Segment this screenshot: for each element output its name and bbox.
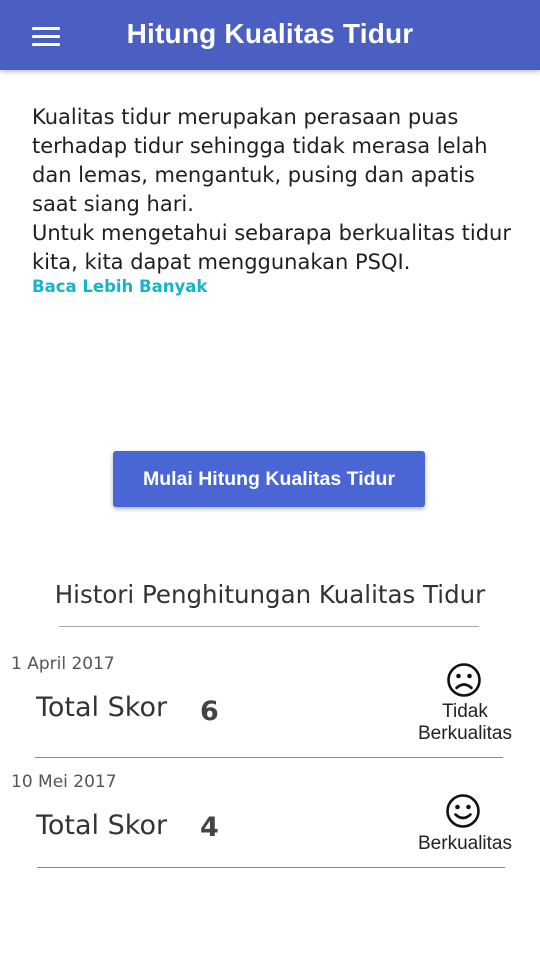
start-calculation-button[interactable]: Mulai Hitung Kualitas Tidur <box>113 451 425 507</box>
entry-status: Tidak Berkualitas <box>405 701 525 745</box>
entry-divider <box>37 867 505 868</box>
entry-score-value: 4 <box>200 812 219 843</box>
history-entry[interactable]: 10 Mei 2017 Total Skor 4 Berkualitas <box>0 772 540 872</box>
intro-paragraph-1: Kualitas tidur merupakan perasaan puas t… <box>32 105 488 216</box>
entry-date: 1 April 2017 <box>11 654 115 674</box>
entry-date: 10 Mei 2017 <box>11 772 117 792</box>
happy-face-icon <box>446 794 480 828</box>
history-entry[interactable]: 1 April 2017 Total Skor 6 Tidak Berkuali… <box>0 654 540 760</box>
entry-divider <box>35 757 503 758</box>
app-bar: Hitung Kualitas Tidur <box>0 0 540 70</box>
history-divider <box>59 626 479 627</box>
sad-face-icon <box>447 663 481 697</box>
entry-status-line-2: Berkualitas <box>418 723 512 744</box>
entry-status-line-1: Berkualitas <box>418 833 512 854</box>
entry-status: Berkualitas <box>405 833 525 855</box>
entry-score-label: Total Skor <box>36 810 168 841</box>
intro-paragraph-2: Untuk mengetahui sebarapa berkualitas ti… <box>32 221 511 274</box>
read-more-link[interactable]: Baca Lebih Banyak <box>32 277 207 296</box>
entry-score-value: 6 <box>200 696 219 727</box>
entry-status-line-1: Tidak <box>442 701 488 722</box>
intro-text: Kualitas tidur merupakan perasaan puas t… <box>32 103 522 277</box>
history-title: Histori Penghitungan Kualitas Tidur <box>54 580 486 609</box>
entry-score-label: Total Skor <box>36 692 168 723</box>
menu-icon[interactable] <box>22 17 70 57</box>
app-title: Hitung Kualitas Tidur <box>126 18 414 49</box>
